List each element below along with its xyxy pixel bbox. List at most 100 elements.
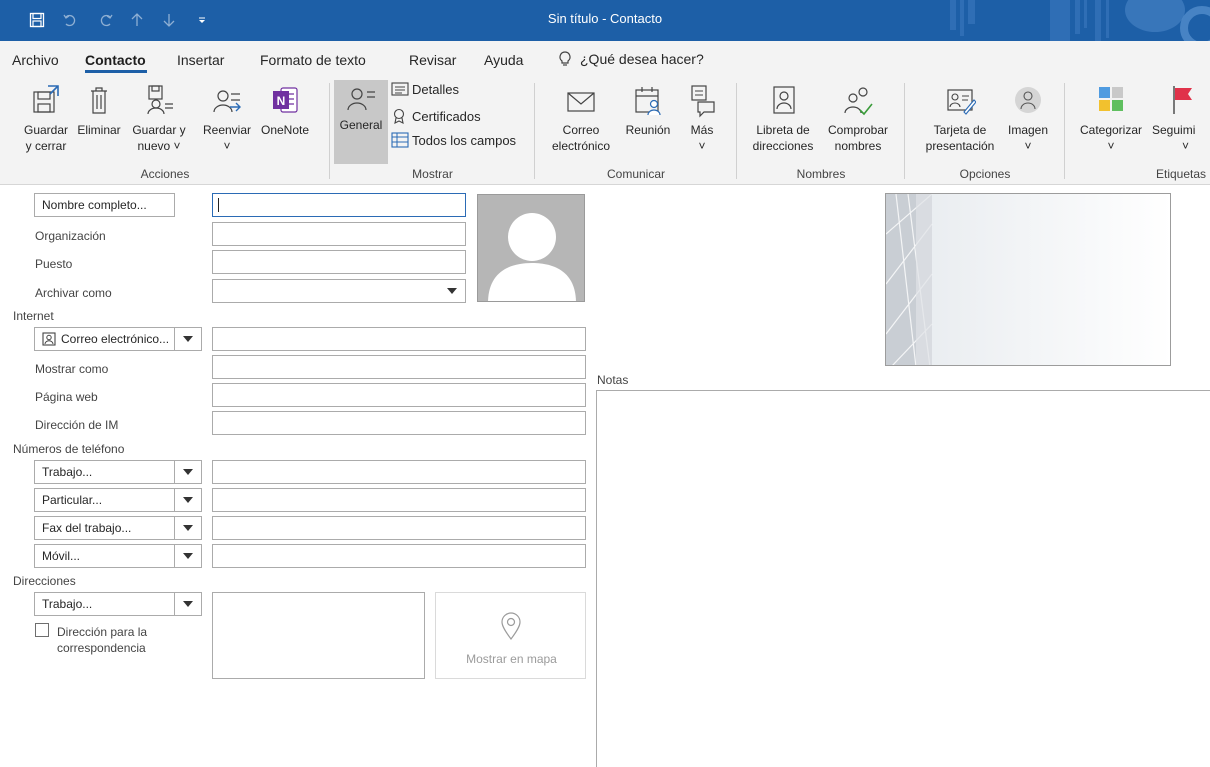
active-tab-indicator <box>85 70 147 73</box>
company-label: Organización <box>35 229 106 243</box>
notes-textarea[interactable] <box>596 390 1210 767</box>
phone-business-dropdown[interactable] <box>174 460 202 484</box>
group-mostrar-label: Mostrar <box>412 167 453 181</box>
group-etiquetas-label: Etiquetas <box>1156 167 1207 181</box>
email-input[interactable] <box>212 327 586 351</box>
follow-up-button[interactable]: Seguimi ˅ <box>1152 82 1210 154</box>
notes-label: Notas <box>597 373 629 387</box>
mailing-address-label: Dirección para la correspondencia <box>57 624 147 656</box>
save-and-close-button[interactable]: Guardar y cerrar <box>20 82 72 154</box>
categorize-button[interactable]: Categorizar ˅ <box>1070 82 1152 154</box>
details-icon <box>391 82 409 96</box>
forward-dropdown-icon: ˅ <box>223 139 231 153</box>
general-view-button[interactable]: General <box>334 85 388 133</box>
picture-label: Imagen <box>1007 123 1049 137</box>
job-title-input[interactable] <box>212 250 466 274</box>
meeting-button[interactable]: Reunión <box>620 82 676 138</box>
phone-mobile-button[interactable]: Móvil... <box>34 544 175 568</box>
company-input[interactable] <box>212 222 466 246</box>
phone-fax-input[interactable] <box>212 516 586 540</box>
more-communicate-button[interactable]: Más ˅ <box>680 82 724 154</box>
full-name-input[interactable] <box>212 193 466 217</box>
check-names-label-2: nombres <box>834 139 882 153</box>
tab-ayuda[interactable]: Ayuda <box>484 52 523 68</box>
check-names-button[interactable]: Comprobar nombres <box>820 82 896 154</box>
display-as-label: Mostrar como <box>35 362 109 376</box>
chevron-down-icon <box>447 288 457 294</box>
phone-home-input[interactable] <box>212 488 586 512</box>
forward-label: Reenviar <box>202 123 252 137</box>
mailing-address-checkbox[interactable] <box>35 623 49 637</box>
certificates-button[interactable]: Certificados <box>391 108 481 124</box>
job-title-label: Puesto <box>35 257 73 271</box>
chevron-down-icon <box>183 469 193 475</box>
full-name-button[interactable]: Nombre completo... <box>34 193 175 217</box>
mailing-address-label-1: Dirección para la <box>57 625 148 639</box>
address-book-icon <box>773 86 795 114</box>
save-and-new-button[interactable]: Guardar y nuevo ˅ <box>128 82 190 154</box>
im-address-label: Dirección de IM <box>35 418 119 432</box>
chevron-down-icon <box>183 497 193 503</box>
picture-button[interactable]: Imagen ˅ <box>1002 82 1054 154</box>
phone-home-button[interactable]: Particular... <box>34 488 175 512</box>
save-close-label-1: Guardar <box>23 123 69 137</box>
address-textarea[interactable] <box>212 592 425 679</box>
follow-up-dropdown-icon: ˅ <box>1182 139 1190 153</box>
email-button[interactable]: Correo electrónico <box>548 86 614 154</box>
details-button[interactable]: Detalles <box>391 81 459 97</box>
categorize-icon <box>1099 87 1123 111</box>
tab-contacto[interactable]: Contacto <box>85 52 146 68</box>
tell-me-search[interactable]: ¿Qué desea hacer? <box>558 50 704 68</box>
delete-button[interactable]: Eliminar <box>74 82 124 138</box>
save-new-icon <box>147 85 173 115</box>
onenote-icon: N <box>273 87 298 113</box>
tab-formato-de-texto[interactable]: Formato de texto <box>260 52 366 68</box>
phone-fax-button[interactable]: Fax del trabajo... <box>34 516 175 540</box>
text-cursor <box>218 198 219 212</box>
envelope-icon <box>567 92 595 112</box>
address-type-button[interactable]: Trabajo... <box>34 592 175 616</box>
phone-mobile-input[interactable] <box>212 544 586 568</box>
phone-business-input[interactable] <box>212 460 586 484</box>
web-page-input[interactable] <box>212 383 586 407</box>
business-card-preview <box>885 193 1171 366</box>
im-address-input[interactable] <box>212 411 586 435</box>
file-as-label: Archivar como <box>35 286 112 300</box>
group-nombres-label: Nombres <box>796 167 846 181</box>
trash-icon <box>91 87 107 114</box>
display-as-input[interactable] <box>212 355 586 379</box>
all-fields-button[interactable]: Todos los campos <box>391 132 516 148</box>
phone-home-dropdown[interactable] <box>174 488 202 512</box>
all-fields-icon <box>391 132 409 148</box>
title-decoration <box>920 0 1210 41</box>
general-label: General <box>339 118 383 132</box>
address-book-button[interactable]: Libreta de direcciones <box>746 82 820 154</box>
group-separator <box>736 83 737 179</box>
show-map-button[interactable]: Mostrar en mapa <box>435 592 586 679</box>
forward-button[interactable]: Reenviar ˅ <box>198 82 256 154</box>
follow-up-label: Seguimi <box>1152 123 1196 137</box>
email-type-dropdown[interactable] <box>174 327 202 351</box>
tab-revisar[interactable]: Revisar <box>409 52 456 68</box>
phone-fax-dropdown[interactable] <box>174 516 202 540</box>
details-label: Detalles <box>412 81 459 97</box>
phone-business-button[interactable]: Trabajo... <box>34 460 175 484</box>
email-type-button[interactable]: Correo electrónico... <box>34 327 175 351</box>
contact-photo-button[interactable] <box>477 194 585 302</box>
group-opciones-label: Opciones <box>959 167 1011 181</box>
person-silhouette-icon <box>478 195 584 301</box>
onenote-button[interactable]: N OneNote <box>256 82 314 138</box>
business-card-label-1: Tarjeta de <box>933 123 987 137</box>
phone-mobile-dropdown[interactable] <box>174 544 202 568</box>
chevron-down-icon <box>183 601 193 607</box>
lightbulb-icon <box>559 51 571 66</box>
group-separator <box>904 83 905 179</box>
file-as-select[interactable] <box>212 279 466 303</box>
tab-archivo[interactable]: Archivo <box>12 52 59 68</box>
meeting-calendar-icon <box>635 87 661 116</box>
categorize-dropdown-icon: ˅ <box>1107 139 1115 153</box>
business-card-icon <box>947 89 976 115</box>
address-type-dropdown[interactable] <box>174 592 202 616</box>
business-card-button[interactable]: Tarjeta de presentación <box>918 82 1002 154</box>
tab-insertar[interactable]: Insertar <box>177 52 224 68</box>
